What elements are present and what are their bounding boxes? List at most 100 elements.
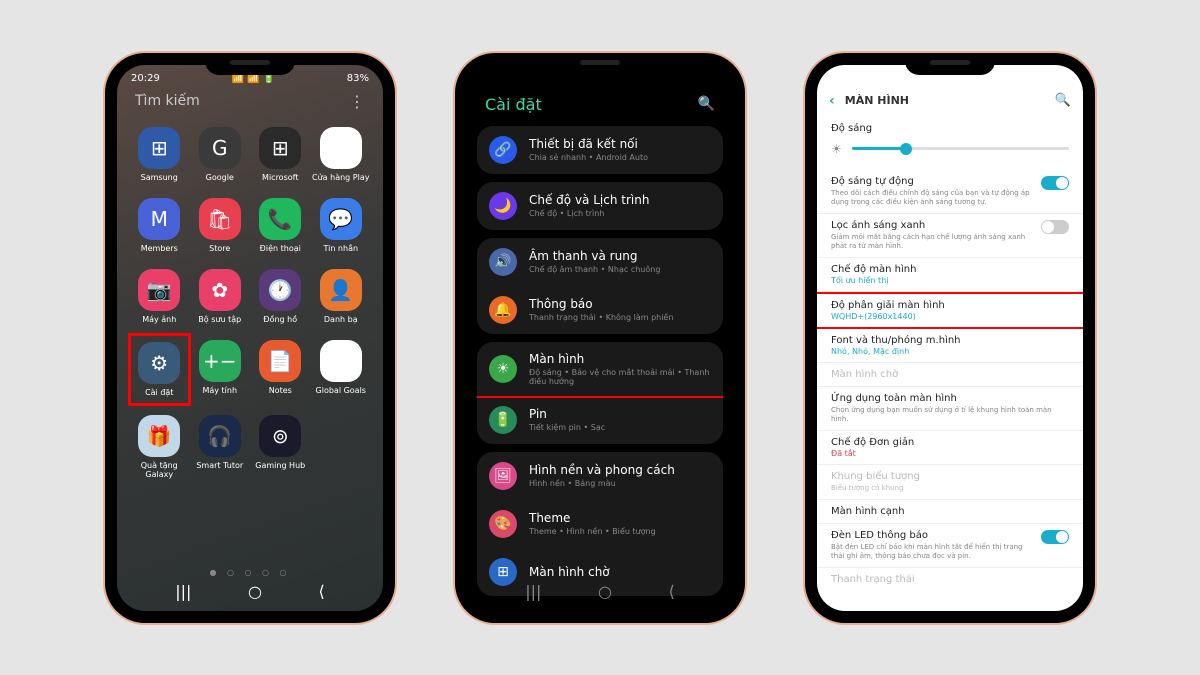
settings-sub: Theme • Hình nền • Biểu tượng [529,527,711,536]
screen-mode[interactable]: Chế độ màn hình Tối ưu hiển thị [817,258,1083,292]
settings-item-thiết-bị-đã-kết-nối[interactable]: 🔗Thiết bị đã kết nốiChia sẻ nhanh • Andr… [477,126,723,174]
settings-group: 🌙Chế độ và Lịch trìnhChế độ • Lịch trình [477,182,723,230]
app-cài-đặt[interactable]: ⚙ Cài đặt [129,334,190,405]
screen-resolution[interactable]: Độ phân giải màn hình WQHD+(2960x1440) [817,292,1083,329]
settings-label: Âm thanh và rung [529,249,711,263]
settings-item-pin[interactable]: 🔋PinTiết kiệm pin • Sạc [477,396,723,444]
settings-group: 🔊Âm thanh và rungChế độ âm thanh • Nhạc … [477,238,723,334]
home-screen: 20:29 📶 📶 🔋 83% Tìm kiếm ⋮ ⊞SamsungGGoog… [117,65,383,611]
status-bar-option[interactable]: Thanh trạng thái [817,568,1083,591]
app-label: Đồng hồ [263,315,297,324]
search-bar[interactable]: Tìm kiếm ⋮ [117,86,383,121]
search-icon[interactable]: 🔍 [1055,93,1071,108]
nav-home[interactable]: ○ [248,582,262,601]
standby-screen[interactable]: Màn hình chờ [817,363,1083,387]
app-icon: 📄 [259,340,301,382]
status-battery: 83% [347,73,369,84]
settings-sub: Hình nền • Bảng màu [529,479,711,488]
auto-brightness-toggle[interactable] [1041,176,1069,190]
settings-icon: 🎨 [489,510,517,538]
search-icon[interactable]: 🔍 [698,96,715,112]
app-notes[interactable]: 📄Notes [250,334,311,405]
notch [555,53,645,75]
brightness-slider-row: ☀ [831,134,1069,164]
nav-recents[interactable]: ||| [525,582,541,601]
simple-mode[interactable]: Chế độ Đơn giản Đã tắt [817,431,1083,465]
settings-item-âm-thanh-và-rung[interactable]: 🔊Âm thanh và rungChế độ âm thanh • Nhạc … [477,238,723,286]
app-google[interactable]: GGoogle [190,121,251,188]
settings-icon: 🔋 [489,406,517,434]
app-máy-ảnh[interactable]: 📷Máy ảnh [129,263,190,330]
led-toggle[interactable] [1041,530,1069,544]
notch [205,53,295,75]
app-quà-tặng-galaxy[interactable]: 🎁 Quà tặng Galaxy [129,409,190,485]
settings-title: Cài đặt [485,95,542,114]
app-label: Cửa hàng Play [312,173,369,182]
app-icon: 👤 [320,269,362,311]
nav-recents[interactable]: ||| [175,582,191,601]
brightness-slider[interactable] [852,147,1069,150]
blue-light-toggle[interactable] [1041,220,1069,234]
app-đồng-hồ[interactable]: 🕐Đồng hồ [250,263,311,330]
icon-frame: Khung biểu tượng Biểu tượng có khung [817,465,1083,500]
settings-label: Thông báo [529,297,711,311]
app-label: Samsung [141,173,178,182]
app-microsoft[interactable]: ⊞ Microsoft [250,121,311,188]
settings-item-hình-nền-và-phong-cách[interactable]: 🖼Hình nền và phong cáchHình nền • Bảng m… [477,452,723,500]
search-placeholder: Tìm kiếm [135,93,200,109]
app-samsung[interactable]: ⊞ Samsung [129,121,190,188]
app-icon: 🎁 [138,415,180,457]
app-danh-bạ[interactable]: 👤Danh bạ [311,263,372,330]
app-label: Cài đặt [145,388,173,397]
app-bộ-sưu-tập[interactable]: ✿Bộ sưu tập [190,263,251,330]
nav-back[interactable]: ⟨ [668,582,674,601]
app-icon: +− [199,340,241,382]
app-icon: ⚙ [138,342,180,384]
app-icon: ⊚ [259,415,301,457]
settings-label: Màn hình chờ [529,565,711,579]
app-gaming-hub[interactable]: ⊚Gaming Hub [250,409,311,485]
app-members[interactable]: MMembers [129,192,190,259]
app-icon: ▶ [320,127,362,169]
app-label: Microsoft [262,173,298,182]
nav-back[interactable]: ⟨ [318,582,324,601]
app-cửa-hàng-play[interactable]: ▶ Cửa hàng Play [311,121,372,188]
blue-light-filter[interactable]: Lọc ánh sáng xanh Giảm mỏi mắt bằng cách… [817,214,1083,258]
app-máy-tính[interactable]: +− Máy tính [190,334,251,405]
app-label: Máy tính [202,386,237,395]
app-icon: 🎧 [199,415,241,457]
brightness-icon: ☀ [831,142,842,156]
settings-group: 🖼Hình nền và phong cáchHình nền • Bảng m… [477,452,723,596]
nav-home[interactable]: ○ [598,582,612,601]
settings-sub: Thanh trạng thái • Không làm phiền [529,313,711,322]
settings-sub: Độ sáng • Bảo vệ cho mắt thoải mái • Tha… [529,368,711,386]
app-label: Máy ảnh [142,315,176,324]
phone-1: 20:29 📶 📶 🔋 83% Tìm kiếm ⋮ ⊞SamsungGGoog… [105,53,395,623]
more-icon[interactable]: ⋮ [349,92,365,111]
app-store[interactable]: 🛍Store [190,192,251,259]
settings-item-màn-hình[interactable]: ☀Màn hìnhĐộ sáng • Bảo vệ cho mắt thoải … [477,342,723,398]
fullscreen-apps[interactable]: Ứng dụng toàn màn hình Chọn ứng dụng bạn… [817,387,1083,431]
app-tin-nhắn[interactable]: 💬Tin nhắn [311,192,372,259]
app-icon: ⊞ [259,127,301,169]
app-global-goals[interactable]: ◉Global Goals [311,334,372,405]
settings-icon: 🔊 [489,248,517,276]
settings-icon: 🔗 [489,136,517,164]
display-header: ‹ MÀN HÌNH 🔍 [817,89,1083,117]
led-notification[interactable]: Đèn LED thông báo Bật đèn LED chỉ báo kh… [817,524,1083,568]
app-icon: ⊞ [138,127,180,169]
app-smart-tutor[interactable]: 🎧Smart Tutor [190,409,251,485]
app-label: Quà tặng Galaxy [129,461,190,479]
settings-item-thông-báo[interactable]: 🔔Thông báoThanh trạng thái • Không làm p… [477,286,723,334]
back-icon[interactable]: ‹ [829,93,835,109]
font-zoom[interactable]: Font và thu/phóng m.hình Nhỏ, Nhỏ, Mặc đ… [817,329,1083,363]
settings-sub: Tiết kiệm pin • Sạc [529,423,711,432]
app-label: Tin nhắn [323,244,358,253]
edge-screen[interactable]: Màn hình cạnh [817,500,1083,524]
app-label: Bộ sưu tập [198,315,241,324]
settings-item-theme[interactable]: 🎨ThemeTheme • Hình nền • Biểu tượng [477,500,723,548]
auto-brightness[interactable]: Độ sáng tự động Theo dõi cách điều chỉnh… [817,170,1083,214]
settings-item-chế-độ-và-lịch-trình[interactable]: 🌙Chế độ và Lịch trìnhChế độ • Lịch trình [477,182,723,230]
app-label: Store [209,244,230,253]
app-điện-thoại[interactable]: 📞Điện thoại [250,192,311,259]
